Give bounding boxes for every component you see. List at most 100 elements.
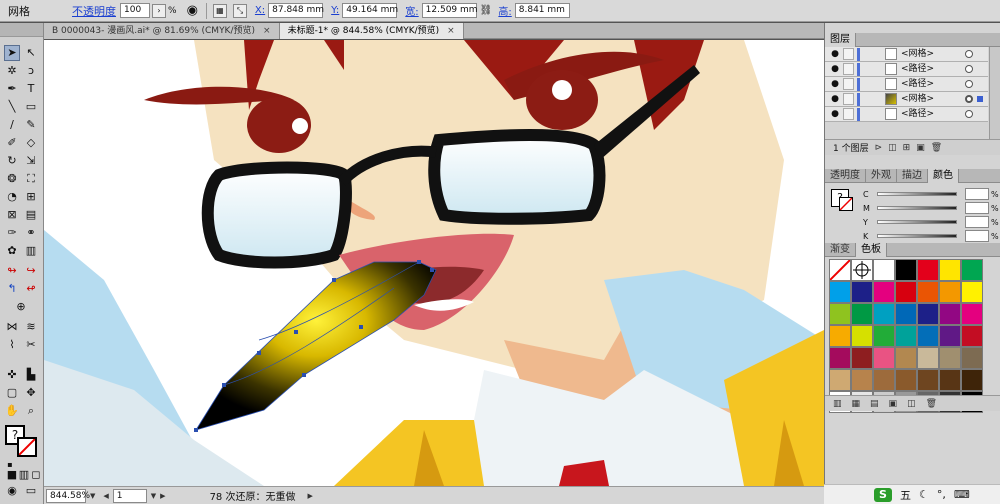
swatch[interactable] (961, 303, 983, 325)
width-tool-icon[interactable]: ≋ (23, 319, 39, 335)
channel-slider[interactable] (877, 192, 957, 196)
y-label[interactable]: Y: (331, 5, 339, 16)
moon-icon[interactable]: ☾ (919, 488, 929, 501)
channel-value[interactable] (965, 202, 989, 214)
perspective-grid-tool-icon[interactable]: ⊞ (23, 189, 39, 205)
layer-row[interactable]: ● <路径> (825, 107, 988, 122)
channel-slider[interactable] (877, 206, 957, 210)
paintbrush-tool-icon[interactable]: ∕ (4, 117, 20, 133)
eyedropper-tool-icon[interactable]: ✑ (4, 225, 20, 241)
target-circle-icon[interactable] (965, 50, 973, 58)
tab-appearance[interactable]: 外观 (866, 168, 897, 183)
swatch[interactable] (829, 325, 851, 347)
mesh-anchor[interactable] (222, 383, 226, 387)
swatch[interactable] (851, 325, 873, 347)
swatch[interactable] (895, 259, 917, 281)
mesh-anchor[interactable] (294, 330, 298, 334)
lock-toggle[interactable] (843, 78, 854, 90)
tab-gradient[interactable]: 渐变 (825, 242, 856, 257)
pencil-tool-icon[interactable]: ✎ (23, 117, 39, 133)
channel-slider[interactable] (877, 220, 957, 224)
mesh-anchor[interactable] (417, 260, 421, 264)
channel-value[interactable] (965, 188, 989, 200)
column-graph-tool-icon[interactable]: ▥ (23, 243, 39, 259)
swatch[interactable] (829, 369, 851, 391)
reference-point-icon[interactable]: ▦ (212, 3, 227, 18)
swatch[interactable] (917, 281, 939, 303)
stroke-swatch[interactable] (17, 437, 37, 457)
swatch[interactable] (895, 303, 917, 325)
tab-color[interactable]: 颜色 (928, 168, 959, 183)
artboard-number-field[interactable]: 1 (112, 488, 147, 503)
target-circle-icon[interactable] (965, 65, 973, 73)
rectangle-tool-icon[interactable]: ▭ (23, 99, 39, 115)
black-slider-row[interactable]: K % (863, 229, 1000, 243)
width-input[interactable]: 12.509 mm (421, 3, 478, 18)
swatch[interactable] (895, 325, 917, 347)
swatch-none[interactable] (829, 259, 851, 281)
target-circle-icon[interactable] (965, 80, 973, 88)
status-menu-icon[interactable]: ▶ (307, 492, 312, 500)
target-circle-icon[interactable] (965, 95, 973, 103)
swatch[interactable] (939, 259, 961, 281)
height-input[interactable]: 8.841 mm (514, 3, 570, 18)
channel-value[interactable] (965, 216, 989, 228)
screen-mode-icon[interactable]: ▭ (23, 483, 39, 499)
none-mode-icon[interactable]: ◻ (28, 467, 44, 483)
mesh-anchor[interactable] (194, 428, 198, 432)
blend-tool-icon[interactable]: ⚭ (23, 225, 39, 241)
swatch[interactable] (829, 347, 851, 369)
locate-object-icon[interactable]: ⊳ (875, 143, 883, 153)
selection-tool-icon[interactable]: ➤ (4, 45, 20, 61)
mesh-anchor[interactable] (257, 351, 261, 355)
color-stroke-swatch[interactable] (839, 197, 853, 211)
x-label[interactable]: X: (255, 5, 265, 16)
swatch[interactable] (873, 325, 895, 347)
swatch[interactable] (851, 281, 873, 303)
delete-swatch-icon[interactable]: 🗑 (926, 399, 937, 409)
lock-toggle[interactable] (843, 48, 854, 60)
opacity-dropdown-icon[interactable]: › (152, 3, 166, 18)
punctuation-icon[interactable]: °, (937, 488, 946, 501)
first-artboard-icon[interactable]: ◀ (103, 492, 108, 500)
visibility-eye-icon[interactable]: ● (830, 109, 840, 119)
swatch[interactable] (895, 281, 917, 303)
pen-anchor-tool-icon[interactable]: ↬ (4, 263, 20, 279)
swatch[interactable] (917, 259, 939, 281)
swatch-options-icon[interactable]: ▤ (870, 399, 879, 409)
layer-row[interactable]: ● <路径> (825, 77, 988, 92)
swatch[interactable] (939, 325, 961, 347)
eraser-tool-icon[interactable]: ◇ (23, 135, 39, 151)
swatch[interactable] (961, 281, 983, 303)
rotate-tool-icon[interactable]: ↻ (4, 153, 20, 169)
next-artboard-icon[interactable]: ▶ (160, 492, 165, 500)
delete-layer-icon[interactable]: 🗑 (931, 143, 942, 153)
ime-mode-text[interactable]: 五 (900, 487, 911, 503)
new-swatch-icon[interactable]: ◫ (907, 399, 916, 409)
keyboard-icon[interactable]: ⌨ (954, 488, 970, 501)
swatch[interactable] (961, 369, 983, 391)
blob-brush-tool-icon[interactable]: ✐ (4, 135, 20, 151)
swatch[interactable] (851, 369, 873, 391)
yellow-slider-row[interactable]: Y % (863, 215, 1000, 229)
live-paint-tool-icon[interactable]: ▙ (23, 367, 39, 383)
swatch[interactable] (939, 369, 961, 391)
swatch[interactable] (873, 303, 895, 325)
opacity-label[interactable]: 不透明度 (72, 3, 116, 19)
artboard-canvas[interactable] (44, 40, 824, 486)
toolbox-grip[interactable] (0, 23, 43, 37)
mesh-anchor[interactable] (359, 325, 363, 329)
artboard-tool-icon[interactable]: ⊕ (13, 299, 29, 315)
opacity-input[interactable]: 100 (120, 3, 150, 18)
swatch[interactable] (917, 347, 939, 369)
swatch[interactable] (917, 325, 939, 347)
ime-logo-icon[interactable]: S (874, 487, 892, 502)
lock-toggle[interactable] (843, 93, 854, 105)
visibility-eye-icon[interactable]: ● (830, 94, 840, 104)
warp-tool-icon[interactable]: ❂ (4, 171, 20, 187)
target-circle-icon[interactable] (965, 110, 973, 118)
visibility-eye-icon[interactable]: ● (830, 49, 840, 59)
make-clipping-mask-icon[interactable]: ◫ (888, 143, 897, 153)
tab-swatches[interactable]: 色板 (856, 242, 887, 257)
swatch[interactable] (895, 347, 917, 369)
